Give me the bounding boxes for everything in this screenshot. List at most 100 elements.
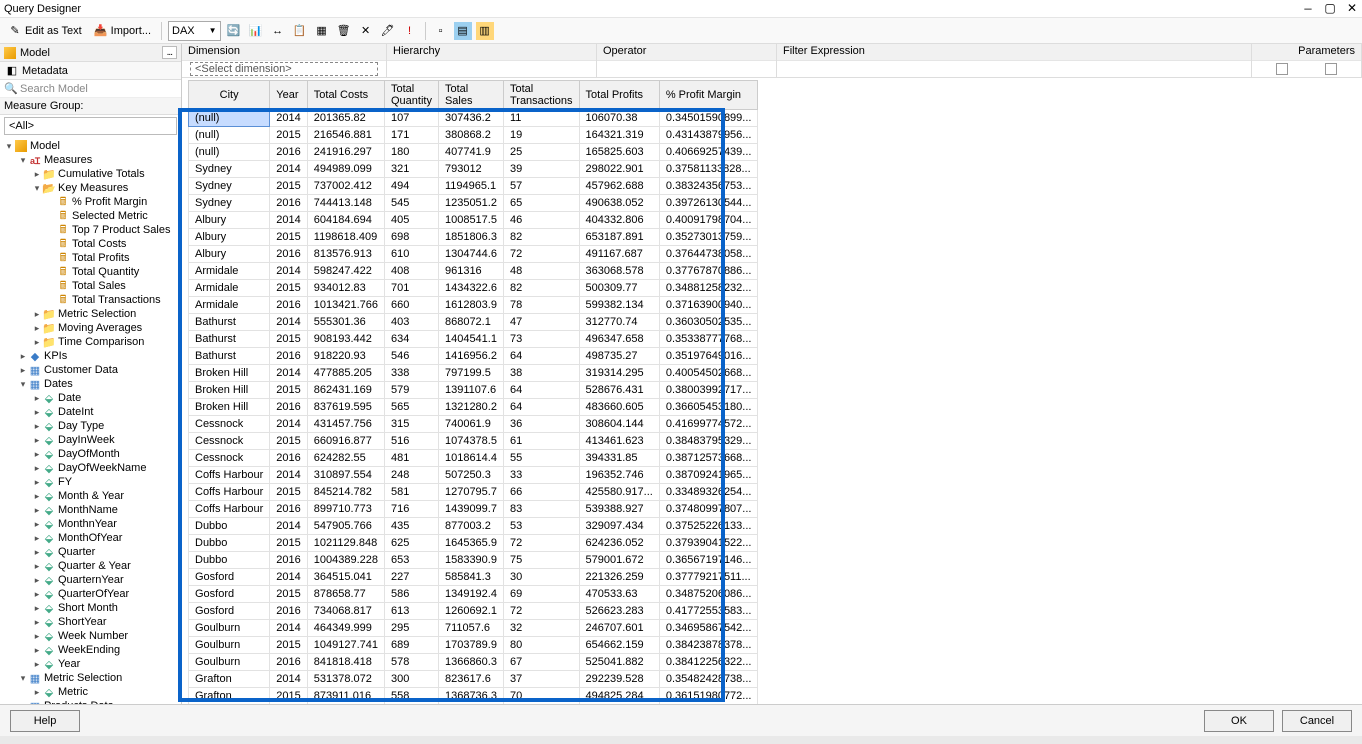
grid-cell[interactable]: 0.36567197146... (659, 552, 758, 569)
tree-date-8[interactable]: ▸⬙MonthName (0, 503, 181, 517)
grid-cell[interactable]: 106070.38 (579, 110, 659, 127)
grid-header-7[interactable]: % Profit Margin (659, 81, 758, 110)
grid-cell[interactable]: 845214.782 (307, 484, 384, 501)
tree-date-3[interactable]: ▸⬙DayInWeek (0, 433, 181, 447)
grid-cell[interactable]: 599382.134 (579, 297, 659, 314)
tree-measures[interactable]: ▾aꞮMeasures (0, 153, 181, 167)
table-row[interactable]: Dubbo2014547905.766435877003.253329097.4… (189, 518, 758, 535)
grid-cell[interactable]: 531378.072 (307, 671, 384, 688)
toolbar-icon-5[interactable]: ▦ (313, 22, 331, 40)
grid-cell[interactable]: 1851806.3 (438, 229, 503, 246)
grid-cell[interactable]: 2014 (270, 212, 307, 229)
grid-cell[interactable]: 298022.901 (579, 161, 659, 178)
grid-cell[interactable]: 2015 (270, 127, 307, 144)
grid-cell[interactable]: 69 (503, 586, 579, 603)
table-row[interactable]: Bathurst2014555301.36403868072.147312770… (189, 314, 758, 331)
grid-cell[interactable]: 610 (385, 246, 439, 263)
grid-cell[interactable]: Armidale (189, 280, 270, 297)
tree-km-5[interactable]: 🖩Total Quantity (0, 265, 181, 279)
grid-cell[interactable]: (null) (189, 110, 270, 127)
tree-date-6[interactable]: ▸⬙FY (0, 475, 181, 489)
grid-cell[interactable]: 660 (385, 297, 439, 314)
table-row[interactable]: Albury2016813576.9136101304744.672491167… (189, 246, 758, 263)
grid-cell[interactable]: 308604.144 (579, 416, 659, 433)
table-row[interactable]: Broken Hill2016837619.5955651321280.2644… (189, 399, 758, 416)
grid-cell[interactable]: 295 (385, 620, 439, 637)
grid-cell[interactable]: 75 (503, 552, 579, 569)
grid-cell[interactable]: 0.37939041522... (659, 535, 758, 552)
table-row[interactable]: Bathurst2016918220.935461416956.26449873… (189, 348, 758, 365)
grid-cell[interactable]: 558 (385, 688, 439, 705)
grid-cell[interactable]: 408 (385, 263, 439, 280)
grid-cell[interactable]: 1321280.2 (438, 399, 503, 416)
grid-cell[interactable]: 625 (385, 535, 439, 552)
grid-cell[interactable]: 2015 (270, 280, 307, 297)
grid-cell[interactable]: Armidale (189, 263, 270, 280)
grid-cell[interactable]: 48 (503, 263, 579, 280)
grid-cell[interactable]: 394331.85 (579, 450, 659, 467)
grid-cell[interactable]: 823617.6 (438, 671, 503, 688)
grid-cell[interactable]: 70 (503, 688, 579, 705)
grid-cell[interactable]: 634 (385, 331, 439, 348)
grid-cell[interactable]: 2014 (270, 671, 307, 688)
grid-cell[interactable]: 624282.55 (307, 450, 384, 467)
grid-cell[interactable]: 1404541.1 (438, 331, 503, 348)
grid-cell[interactable]: 0.37779217511... (659, 569, 758, 586)
grid-cell[interactable]: 0.35273013759... (659, 229, 758, 246)
search-input[interactable]: 🔍 Search Model (0, 80, 181, 98)
tree-date-4[interactable]: ▸⬙DayOfMonth (0, 447, 181, 461)
grid-cell[interactable]: 165825.603 (579, 144, 659, 161)
tree-date-15[interactable]: ▸⬙Short Month (0, 601, 181, 615)
grid-cell[interactable]: 0.38712573668... (659, 450, 758, 467)
grid-cell[interactable]: 0.43143879956... (659, 127, 758, 144)
grid-cell[interactable]: 64 (503, 382, 579, 399)
tree-date-11[interactable]: ▸⬙Quarter (0, 545, 181, 559)
grid-cell[interactable]: 0.41699774572... (659, 416, 758, 433)
grid-cell[interactable]: 526623.283 (579, 603, 659, 620)
grid-cell[interactable]: 2016 (270, 450, 307, 467)
grid-cell[interactable]: 586 (385, 586, 439, 603)
toolbar-icon-11[interactable]: ▥ (476, 22, 494, 40)
grid-cell[interactable]: Armidale (189, 297, 270, 314)
grid-cell[interactable]: 0.36030502535... (659, 314, 758, 331)
grid-cell[interactable]: 66 (503, 484, 579, 501)
grid-cell[interactable]: 793012 (438, 161, 503, 178)
grid-cell[interactable]: 539388.927 (579, 501, 659, 518)
grid-cell[interactable]: 78 (503, 297, 579, 314)
grid-cell[interactable]: 0.39726130544... (659, 195, 758, 212)
table-row[interactable]: Broken Hill2015862431.1695791391107.6645… (189, 382, 758, 399)
grid-cell[interactable]: 1366860.3 (438, 654, 503, 671)
grid-cell[interactable]: 57 (503, 178, 579, 195)
table-row[interactable]: Grafton2015873911.0165581368736.37049482… (189, 688, 758, 705)
grid-cell[interactable]: 0.37525226133... (659, 518, 758, 535)
table-row[interactable]: Sydney2014494989.09932179301239298022.90… (189, 161, 758, 178)
table-row[interactable]: Cessnock2016624282.554811018614.45539433… (189, 450, 758, 467)
grid-cell[interactable]: 0.35197649016... (659, 348, 758, 365)
grid-cell[interactable]: 797199.5 (438, 365, 503, 382)
grid-cell[interactable]: 813576.913 (307, 246, 384, 263)
language-combo[interactable]: DAX ▼ (168, 21, 221, 41)
table-row[interactable]: (null)2016241916.297180407741.925165825.… (189, 144, 758, 161)
grid-cell[interactable]: 221326.259 (579, 569, 659, 586)
grid-header-2[interactable]: Total Costs (307, 81, 384, 110)
tree-km-3[interactable]: 🖩Total Costs (0, 237, 181, 251)
table-row[interactable]: Dubbo20161004389.2286531583390.975579001… (189, 552, 758, 569)
toolbar-delete-icon[interactable]: ✕ (357, 22, 375, 40)
grid-cell[interactable]: 2015 (270, 178, 307, 195)
grid-cell[interactable]: 2014 (270, 110, 307, 127)
table-row[interactable]: (null)2014201365.82107307436.211106070.3… (189, 110, 758, 127)
tree-date-7[interactable]: ▸⬙Month & Year (0, 489, 181, 503)
tree-km-7[interactable]: 🖩Total Transactions (0, 293, 181, 307)
grid-cell[interactable]: 494 (385, 178, 439, 195)
grid-cell[interactable]: 1194965.1 (438, 178, 503, 195)
grid-cell[interactable]: 2016 (270, 246, 307, 263)
grid-cell[interactable]: Cessnock (189, 450, 270, 467)
grid-cell[interactable]: 2014 (270, 263, 307, 280)
grid-cell[interactable]: 80 (503, 637, 579, 654)
grid-cell[interactable]: 315 (385, 416, 439, 433)
grid-cell[interactable]: 477885.205 (307, 365, 384, 382)
grid-cell[interactable]: 565 (385, 399, 439, 416)
grid-cell[interactable]: 2015 (270, 484, 307, 501)
grid-header-4[interactable]: Total Sales (438, 81, 503, 110)
grid-cell[interactable]: 0.40091798704... (659, 212, 758, 229)
